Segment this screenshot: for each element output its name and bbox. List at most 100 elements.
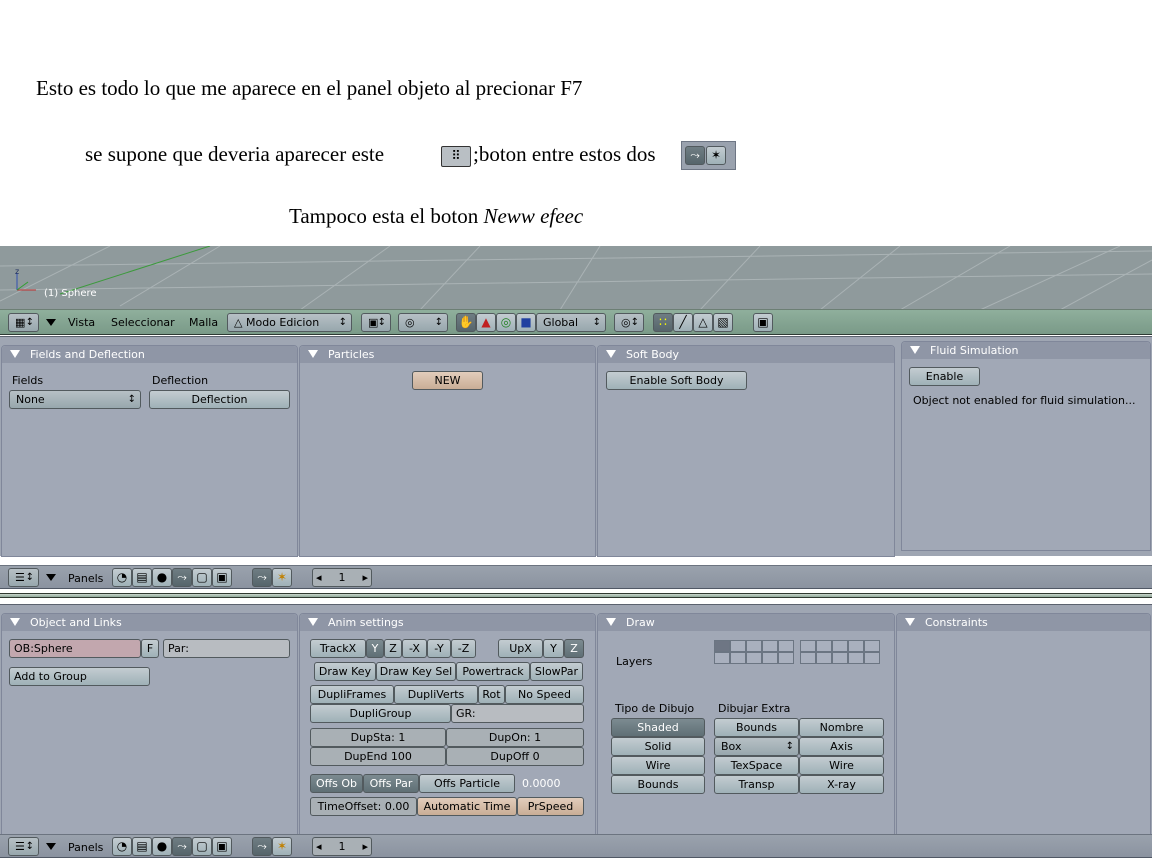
upx-button[interactable]: UpX [498,639,543,658]
track-z-button[interactable]: Z [384,639,402,658]
layer-8[interactable] [832,640,848,652]
offs-par-button[interactable]: Offs Par [363,774,419,793]
layer-13[interactable] [746,652,762,664]
dupliframes-button[interactable]: DupliFrames [310,685,394,704]
object-name-field[interactable]: OB:Sphere [9,639,141,658]
layer-1[interactable] [714,640,730,652]
slowpar-button[interactable]: SlowPar [530,662,583,681]
powertrack-button[interactable]: Powertrack [456,662,530,681]
layer-14[interactable] [762,652,778,664]
layer-5[interactable] [778,640,794,652]
snap-select[interactable]: ◎ [614,313,644,332]
automatic-time-button[interactable]: Automatic Time [417,797,517,816]
frame-number-field[interactable]: ◂ 1 ▸ [312,568,372,587]
prspeed-button[interactable]: PrSpeed [517,797,584,816]
fluid-simulation-title[interactable]: Fluid Simulation [902,342,1150,359]
object-context-icon[interactable]: ⤳ [172,568,192,587]
fields-deflection-title[interactable]: Fields and Deflection [2,346,297,363]
parent-field[interactable]: Par: [163,639,290,658]
nombre-button[interactable]: Nombre [799,718,884,737]
pivot-select[interactable]: ◎ [398,313,448,332]
transp-button[interactable]: Transp [714,775,799,794]
translate-manipulator-icon[interactable]: ▲ [476,313,496,332]
deflection-button[interactable]: Deflection [149,390,290,409]
drawtype-bounds-button[interactable]: Bounds [611,775,705,794]
frame-decrement-icon[interactable]: ◂ [313,569,322,586]
object-context-icon-2[interactable]: ⤳ [172,837,192,856]
shading-context-icon[interactable]: ● [152,568,172,587]
track-negx-button[interactable]: -X [402,639,427,658]
drawtype-wire-button[interactable]: Wire [611,756,705,775]
physics-subcontext-icon[interactable]: ✶ [272,568,292,587]
particles-title[interactable]: Particles [300,346,595,363]
editor-type-select[interactable]: ▦ [8,313,39,332]
timeoffset-field[interactable]: TimeOffset: 0.00 [310,797,417,816]
menu-vista[interactable]: Vista [68,316,95,329]
hand-icon[interactable]: ✋ [456,313,476,332]
frame-increment-icon-2[interactable]: ▸ [362,838,371,855]
anim-settings-title[interactable]: Anim settings [300,614,595,631]
buttons-editor-type-select[interactable]: ☰ [8,568,39,587]
offs-particle-button[interactable]: Offs Particle [419,774,515,793]
face-select-icon[interactable]: △ [693,313,713,332]
drawtype-shaded-button[interactable]: Shaded [611,718,705,737]
scene-context-icon[interactable]: ▣ [212,568,232,587]
up-y-button[interactable]: Y [543,639,564,658]
layer-16[interactable] [800,652,816,664]
rot-button[interactable]: Rot [478,685,505,704]
layer-3[interactable] [746,640,762,652]
layer-7[interactable] [816,640,832,652]
no-speed-button[interactable]: No Speed [505,685,584,704]
script-context-icon[interactable]: ▤ [132,568,152,587]
layer-11[interactable] [714,652,730,664]
layer-20[interactable] [864,652,880,664]
texspace-button[interactable]: TexSpace [714,756,799,775]
layer-15[interactable] [778,652,794,664]
draw-title[interactable]: Draw [598,614,894,631]
panels-menu-2[interactable]: Panels [68,841,103,854]
bounds-type-select[interactable]: Box [714,737,799,756]
panels-menu[interactable]: Panels [68,572,103,585]
layer-19[interactable] [848,652,864,664]
buttons-collapse-icon[interactable] [46,574,56,581]
rotate-manipulator-icon[interactable]: ◎ [496,313,516,332]
dupend-field[interactable]: DupEnd 100 [310,747,446,766]
offs-ob-button[interactable]: Offs Ob [310,774,363,793]
render-icon[interactable]: ▣ [753,313,773,332]
up-z-button[interactable]: Z [564,639,584,658]
fake-user-button[interactable]: F [141,639,159,658]
3d-viewport[interactable]: z (1) Sphere [0,246,1152,310]
scene-context-icon-2[interactable]: ▣ [212,837,232,856]
editing-context-icon[interactable]: ▢ [192,568,212,587]
axis-button[interactable]: Axis [799,737,884,756]
object-subcontext-icon[interactable]: ⤳ [252,568,272,587]
frame-decrement-icon-2[interactable]: ◂ [313,838,322,855]
scale-manipulator-icon[interactable]: ■ [516,313,536,332]
fields-select[interactable]: None [9,390,141,409]
object-links-title[interactable]: Object and Links [2,614,297,631]
physics-subcontext-icon-2[interactable]: ✶ [272,837,292,856]
draw-key-button[interactable]: Draw Key [314,662,376,681]
vertex-select-icon[interactable]: ∷ [653,313,673,332]
orientation-select[interactable]: Global [536,313,606,332]
layer-18[interactable] [832,652,848,664]
collapse-menu-icon[interactable] [46,319,56,326]
draw-type-select[interactable]: ▣ [361,313,391,332]
layer-10[interactable] [864,640,880,652]
extra-wire-button[interactable]: Wire [799,756,884,775]
enable-soft-body-button[interactable]: Enable Soft Body [606,371,747,390]
layers-grid-right[interactable] [800,640,880,666]
layer-4[interactable] [762,640,778,652]
track-y-button[interactable]: Y [366,639,384,658]
layer-9[interactable] [848,640,864,652]
logic-context-icon-2[interactable]: ◔ [112,837,132,856]
menu-seleccionar[interactable]: Seleccionar [111,316,175,329]
dupsta-field[interactable]: DupSta: 1 [310,728,446,747]
dupon-field[interactable]: DupOn: 1 [446,728,584,747]
editing-context-icon-2[interactable]: ▢ [192,837,212,856]
menu-malla[interactable]: Malla [189,316,218,329]
dupliverts-button[interactable]: DupliVerts [394,685,478,704]
extra-bounds-button[interactable]: Bounds [714,718,799,737]
buttons-collapse-icon-2[interactable] [46,843,56,850]
constraints-title[interactable]: Constraints [897,614,1150,631]
